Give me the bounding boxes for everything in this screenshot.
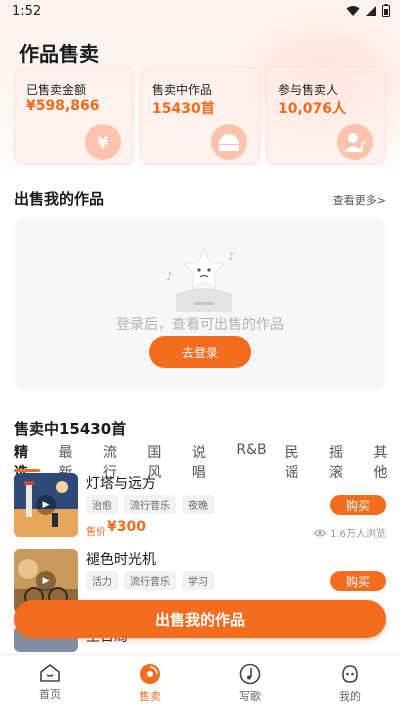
page-title: 作品售卖	[19, 42, 99, 66]
yen-icon: ¥	[85, 124, 121, 160]
stat-label: 参与售卖人	[278, 83, 339, 97]
song-tag: 活力	[86, 571, 118, 590]
tabbar-label: 售卖	[139, 690, 161, 703]
login-button[interactable]: 去登录	[149, 336, 251, 368]
play-icon[interactable]: ▶	[36, 571, 56, 591]
views-text: 1.6万人浏览	[330, 529, 386, 540]
stat-label: 已售卖金额	[26, 83, 87, 97]
song-tags: 治愈 流行音乐 夜晚	[86, 495, 214, 514]
eye-icon	[314, 529, 327, 536]
write-song-icon	[239, 663, 261, 685]
song-list-item[interactable]: ▶ 灯塔与远方 治愈 流行音乐 夜晚 售价 ¥300 购买 1.6万人浏览	[14, 473, 386, 541]
tab-rap[interactable]: 说唱	[192, 442, 218, 481]
song-tag: 流行音乐	[124, 571, 176, 590]
song-tag: 流行音乐	[124, 495, 176, 514]
song-tag: 夜晚	[182, 495, 214, 514]
stat-card-on-sale: 售卖中作品 15430首	[140, 67, 260, 165]
song-name: 褪色时光机	[86, 552, 156, 568]
view-count: 1.6万人浏览	[314, 525, 386, 540]
tab-folk[interactable]: 民谣	[285, 442, 311, 481]
tabbar-label: 首页	[39, 688, 61, 701]
person-music-icon	[337, 124, 373, 160]
stat-label: 售卖中作品	[152, 83, 213, 97]
my-works-empty-state: ♪ ♪ 登录后，查看可出售的作品 去登录	[14, 218, 386, 390]
genre-tabs: 精选 最新 流行 国风 说唱 R&B 民谣 摇滚 其他	[14, 442, 400, 481]
home-icon	[40, 664, 60, 682]
bottom-tab-bar: 首页 售卖 写歌 我的	[0, 654, 400, 712]
empty-message: 登录后，查看可出售的作品	[116, 317, 284, 333]
stat-value: ¥598,866	[26, 98, 100, 114]
tabbar-item-sell[interactable]: 售卖	[100, 655, 200, 712]
tabbar-item-profile[interactable]: 我的	[300, 655, 400, 712]
tab-guofeng[interactable]: 国风	[147, 442, 173, 481]
tab-featured[interactable]: 精选	[14, 442, 41, 481]
on-sale-title: 售卖中15430首	[14, 420, 127, 438]
tabbar-label: 写歌	[239, 690, 261, 703]
profile-icon	[342, 665, 358, 683]
song-tag: 治愈	[86, 495, 118, 514]
view-more-link[interactable]: 查看更多>	[333, 192, 386, 208]
tab-rnb[interactable]: R&B	[236, 442, 266, 466]
stat-card-sold-amount: 已售卖金额 ¥598,866 ¥	[14, 67, 134, 165]
song-tags: 活力 流行音乐 学习	[86, 571, 214, 590]
signal-icon	[366, 5, 376, 16]
song-price: ¥300	[107, 519, 146, 535]
buy-button[interactable]: 购买	[330, 571, 386, 591]
battery-icon	[382, 4, 390, 17]
tabbar-label: 我的	[339, 690, 361, 703]
buy-button[interactable]: 购买	[330, 495, 386, 515]
svg-text:♪: ♪	[228, 250, 235, 263]
record-player-icon	[211, 124, 247, 160]
tabbar-item-write[interactable]: 写歌	[200, 655, 300, 712]
status-bar: 1:52	[0, 0, 400, 24]
wifi-icon	[346, 5, 360, 16]
sell-disc-icon	[140, 664, 160, 684]
song-tag: 学习	[182, 571, 214, 590]
svg-text:♪: ♪	[166, 270, 173, 283]
stat-value: 15430首	[152, 101, 215, 117]
tab-pop[interactable]: 流行	[103, 442, 129, 481]
price-label: 售价	[86, 527, 106, 538]
tabbar-item-home[interactable]: 首页	[0, 655, 100, 712]
sell-my-works-button[interactable]: 出售我的作品	[14, 600, 386, 638]
tab-latest[interactable]: 最新	[58, 442, 84, 481]
my-works-title: 出售我的作品	[14, 190, 105, 208]
song-name: 灯塔与远方	[86, 476, 156, 492]
empty-star-illustration: ♪ ♪	[166, 248, 235, 312]
song-cover[interactable]: ▶	[14, 473, 78, 537]
status-time: 1:52	[12, 4, 42, 19]
tab-rock[interactable]: 摇滚	[329, 442, 355, 481]
stat-value: 10,076人	[278, 101, 347, 117]
stat-card-participants: 参与售卖人 10,076人	[266, 67, 386, 165]
tab-other[interactable]: 其他	[374, 442, 400, 481]
play-icon[interactable]: ▶	[36, 495, 56, 515]
